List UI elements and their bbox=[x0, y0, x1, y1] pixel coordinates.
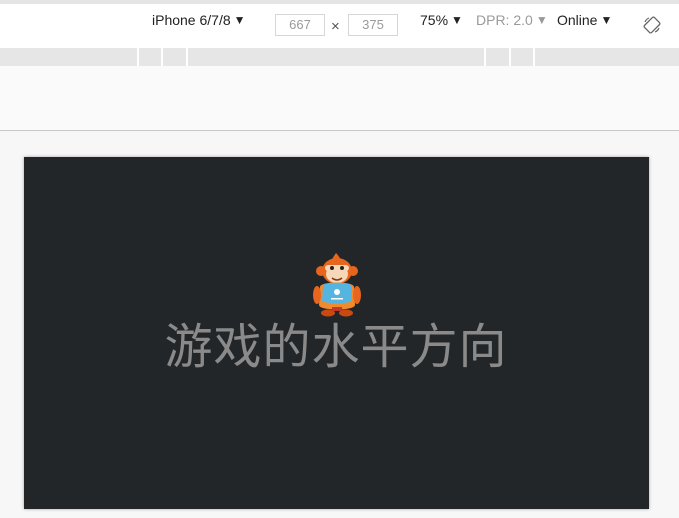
ruler-tick bbox=[137, 48, 139, 66]
height-input[interactable]: 375 bbox=[348, 14, 398, 36]
dimension-separator: × bbox=[331, 18, 340, 35]
chevron-down-icon: ▼ bbox=[451, 13, 463, 27]
width-input[interactable]: 667 bbox=[275, 14, 325, 36]
ruler-tick bbox=[533, 48, 535, 66]
ruler-tick bbox=[186, 48, 188, 66]
ruler-tick bbox=[161, 48, 163, 66]
network-label: Online bbox=[557, 12, 598, 28]
device-label: iPhone 6/7/8 bbox=[152, 12, 231, 28]
ruler-spacer bbox=[0, 66, 679, 130]
chevron-down-icon: ▼ bbox=[600, 13, 613, 27]
monkey-mascot-icon bbox=[313, 253, 361, 317]
zoom-select[interactable]: 75% ▼ bbox=[420, 8, 463, 32]
media-query-ruler[interactable] bbox=[0, 48, 679, 66]
ruler-tick bbox=[509, 48, 511, 66]
network-select[interactable]: Online ▼ bbox=[557, 8, 612, 32]
device-select[interactable]: iPhone 6/7/8 ▼ bbox=[152, 8, 246, 32]
rotate-icon[interactable] bbox=[643, 16, 661, 34]
game-orientation-text: 游戏的水平方向 bbox=[164, 319, 508, 375]
zoom-label: 75% bbox=[420, 12, 449, 28]
ruler-tick bbox=[484, 48, 486, 66]
chevron-down-icon: ▼ bbox=[233, 13, 246, 27]
chevron-down-icon: ▼ bbox=[535, 13, 548, 27]
dpr-select[interactable]: DPR: 2.0 ▼ bbox=[476, 8, 548, 32]
dpr-label: DPR: 2.0 bbox=[476, 12, 533, 28]
